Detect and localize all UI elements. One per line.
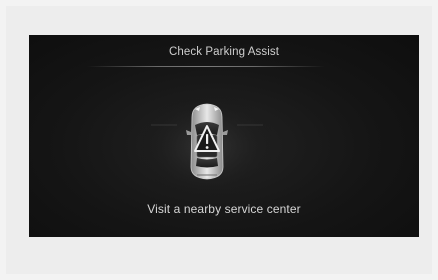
cluster-display: Check Parking Assist Visit a nearby serv… bbox=[29, 35, 419, 237]
service-message: Visit a nearby service center bbox=[147, 202, 301, 216]
